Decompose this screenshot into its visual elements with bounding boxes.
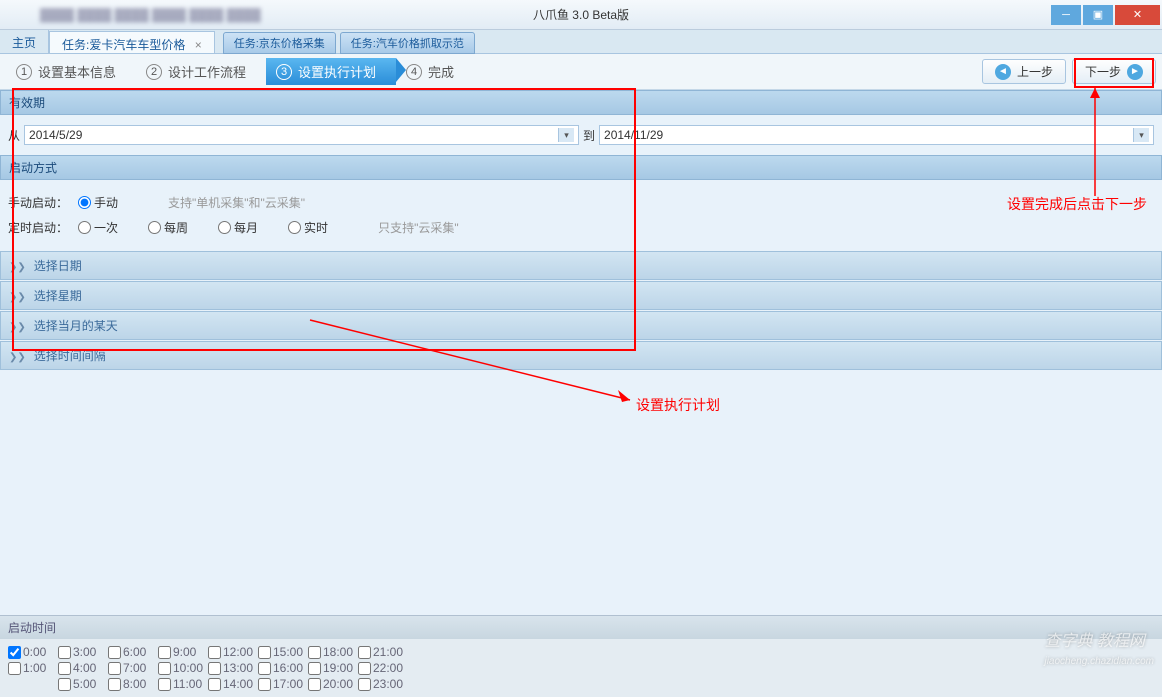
time-header: 启动时间 <box>0 615 1162 639</box>
dropdown-icon[interactable]: ▾ <box>558 128 574 142</box>
app-title: 八爪鱼 3.0 Beta版 <box>533 6 629 23</box>
radio-monthly[interactable]: 每月 <box>218 219 258 236</box>
time-checkbox[interactable]: 14:00 <box>208 677 258 691</box>
tab-bar: 主页 任务:爱卡汽车车型价格 × 任务:京东价格采集 任务:汽车价格抓取示范 <box>0 30 1162 54</box>
radio-realtime[interactable]: 实时 <box>288 219 328 236</box>
time-checkbox[interactable]: 22:00 <box>358 661 408 675</box>
chevron-down-icon: ❯❯ <box>9 292 26 303</box>
wizard-row: 1设置基本信息 2设计工作流程 3设置执行计划 4完成 ◄ 上一步 下一步 ► <box>0 54 1162 90</box>
minimize-button[interactable]: ─ <box>1051 5 1081 25</box>
radio-manual[interactable]: 手动 <box>78 194 118 211</box>
accordion-interval[interactable]: ❯❯选择时间间隔 <box>0 341 1162 370</box>
arrow-left-icon: ◄ <box>995 64 1011 80</box>
title-bar: ████ ████ ████ ████ ████ ████ 八爪鱼 3.0 Be… <box>0 0 1162 30</box>
time-checkbox[interactable]: 23:00 <box>358 677 408 691</box>
maximize-button[interactable]: ▣ <box>1083 5 1113 25</box>
close-button[interactable]: ✕ <box>1115 5 1160 25</box>
arrow-right-icon: ► <box>1127 64 1143 80</box>
wizard-step-1[interactable]: 1设置基本信息 <box>6 58 136 85</box>
bottom-section: 启动时间 0:003:006:009:0012:0015:0018:0021:0… <box>0 615 1162 697</box>
from-label: 从 <box>8 127 20 144</box>
tab-label: 任务:爱卡汽车车型价格 <box>62 38 185 52</box>
manual-label: 手动启动： <box>8 194 68 211</box>
content-area: 有效期 从 2014/5/29 ▾ 到 2014/11/29 ▾ 启动方式 手动… <box>0 90 1162 615</box>
time-checkbox[interactable]: 7:00 <box>108 661 158 675</box>
to-label: 到 <box>583 127 595 144</box>
blurred-title: ████ ████ ████ ████ ████ ████ <box>0 8 1051 22</box>
time-checkbox[interactable]: 18:00 <box>308 645 358 659</box>
time-checkbox[interactable]: 19:00 <box>308 661 358 675</box>
validity-header: 有效期 <box>0 90 1162 115</box>
tab-active-task[interactable]: 任务:爱卡汽车车型价格 × <box>49 31 215 53</box>
tab-task-2[interactable]: 任务:汽车价格抓取示范 <box>340 32 475 54</box>
tab-close-icon[interactable]: × <box>195 38 202 52</box>
time-checkbox[interactable]: 10:00 <box>158 661 208 675</box>
time-checkbox[interactable]: 8:00 <box>108 677 158 691</box>
time-checkbox[interactable]: 17:00 <box>258 677 308 691</box>
annotation-text-plan: 设置执行计划 <box>636 395 720 415</box>
from-date-input[interactable]: 2014/5/29 ▾ <box>24 125 579 145</box>
time-checkbox[interactable]: 3:00 <box>58 645 108 659</box>
to-date-input[interactable]: 2014/11/29 ▾ <box>599 125 1154 145</box>
time-checkbox[interactable]: 12:00 <box>208 645 258 659</box>
time-checkbox[interactable]: 4:00 <box>58 661 108 675</box>
time-checkbox[interactable]: 5:00 <box>58 677 108 691</box>
time-checkbox[interactable]: 15:00 <box>258 645 308 659</box>
timed-label: 定时启动： <box>8 219 68 236</box>
chevron-down-icon: ❯❯ <box>9 262 26 273</box>
empty-area <box>0 370 1162 615</box>
time-checkbox[interactable]: 6:00 <box>108 645 158 659</box>
time-checkbox[interactable]: 16:00 <box>258 661 308 675</box>
time-checkbox[interactable]: 9:00 <box>158 645 208 659</box>
startup-header: 启动方式 <box>0 155 1162 180</box>
time-checkbox[interactable]: 1:00 <box>8 661 58 675</box>
time-checkbox[interactable]: 13:00 <box>208 661 258 675</box>
wizard-step-2[interactable]: 2设计工作流程 <box>136 58 266 85</box>
dropdown-icon[interactable]: ▾ <box>1133 128 1149 142</box>
time-checkbox[interactable]: 11:00 <box>158 677 208 691</box>
accordion-date[interactable]: ❯❯选择日期 <box>0 251 1162 280</box>
chevron-down-icon: ❯❯ <box>9 352 26 363</box>
wizard-step-4[interactable]: 4完成 <box>396 58 474 85</box>
accordion-week[interactable]: ❯❯选择星期 <box>0 281 1162 310</box>
time-checkbox[interactable]: 20:00 <box>308 677 358 691</box>
radio-weekly[interactable]: 每周 <box>148 219 188 236</box>
time-checkbox[interactable]: 0:00 <box>8 645 58 659</box>
wizard-steps: 1设置基本信息 2设计工作流程 3设置执行计划 4完成 <box>6 58 982 85</box>
timed-hint: 只支持"云采集" <box>378 219 459 236</box>
window-controls: ─ ▣ ✕ <box>1051 5 1162 25</box>
watermark: 查字典 教程网 jiaocheng.chazidian.com <box>1044 627 1154 669</box>
annotation-text-next: 设置完成后点击下一步 <box>1007 195 1152 215</box>
time-grid: 0:003:006:009:0012:0015:0018:0021:00 1:0… <box>0 639 1162 697</box>
wizard-step-3[interactable]: 3设置执行计划 <box>266 58 396 85</box>
radio-once[interactable]: 一次 <box>78 219 118 236</box>
tab-home[interactable]: 主页 <box>0 30 49 53</box>
prev-button[interactable]: ◄ 上一步 <box>982 59 1066 84</box>
time-checkbox[interactable]: 21:00 <box>358 645 408 659</box>
chevron-down-icon: ❯❯ <box>9 322 26 333</box>
next-button[interactable]: 下一步 ► <box>1072 59 1156 84</box>
accordion-monthday[interactable]: ❯❯选择当月的某天 <box>0 311 1162 340</box>
manual-hint: 支持"单机采集"和"云采集" <box>168 194 305 211</box>
tab-task-1[interactable]: 任务:京东价格采集 <box>223 32 336 54</box>
